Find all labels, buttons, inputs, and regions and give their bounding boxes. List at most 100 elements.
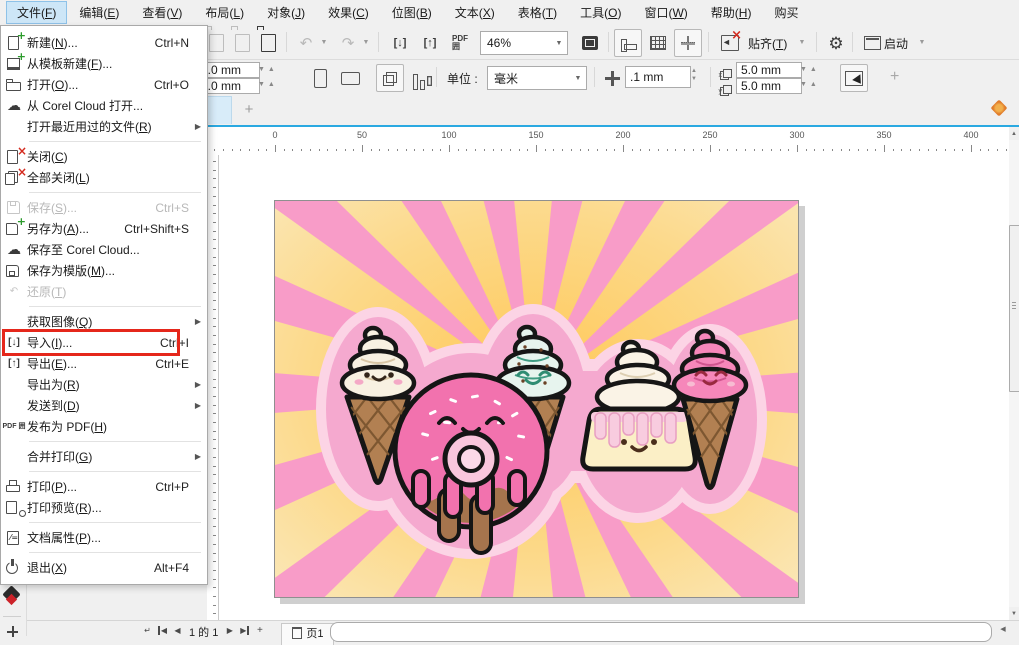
units-label: 单位 : — [447, 70, 478, 87]
scroll-up-icon[interactable]: ▲ — [1009, 127, 1019, 140]
zoom-level-combo[interactable]: 46% ▼ — [480, 31, 568, 55]
units-combo[interactable]: 毫米 ▼ — [487, 66, 587, 90]
show-grid-icon[interactable] — [644, 29, 672, 57]
menu-item-label: 文档属性(P)... — [27, 529, 203, 546]
show-rulers-icon[interactable] — [614, 29, 642, 57]
menu-item-label: 从 Corel Cloud 打开... — [27, 97, 203, 114]
menu-item-save-to-cloud[interactable]: ☁保存至 Corel Cloud... — [1, 239, 207, 260]
snap-dropdown-icon[interactable]: ▼ — [796, 29, 808, 55]
menu-item-export[interactable]: [↑]导出(E)...Ctrl+E — [1, 353, 207, 374]
import-highlight-annotation — [2, 329, 180, 356]
snap-to-label[interactable]: 贴齐(T) — [748, 35, 787, 52]
menu-item-label: 全部关闭(L) — [27, 169, 203, 186]
menubar-item[interactable]: 编辑(E) — [68, 1, 130, 24]
paste-special-icon[interactable] — [254, 29, 282, 57]
current-page-icon[interactable] — [404, 64, 432, 92]
launch-label[interactable]: 启动 — [884, 35, 908, 52]
next-page-icon[interactable]: ▶ — [222, 623, 237, 637]
menubar-item[interactable]: 布局(L) — [194, 1, 255, 24]
menubar-item[interactable]: 窗口(W) — [633, 1, 698, 24]
publish-pdf-icon[interactable]: PDF囲 — [446, 29, 474, 57]
menu-item-document-properties[interactable]: 文档属性(P)... — [1, 527, 207, 548]
export-icon[interactable]: [↑] — [416, 29, 444, 57]
close-all-icon — [1, 169, 27, 187]
first-page-icon[interactable]: ◀ — [155, 623, 170, 637]
scroll-down-icon[interactable]: ▼ — [1009, 607, 1019, 620]
menubar-item[interactable]: 表格(T) — [507, 1, 568, 24]
menu-item-open[interactable]: 打开(O)...Ctrl+O — [1, 74, 207, 95]
menu-item-close-all[interactable]: 全部关闭(L) — [1, 167, 207, 188]
duplicate-x-field[interactable]: 5.0 mm — [736, 62, 802, 78]
page-height-spinner[interactable]: ▼▲ — [258, 81, 278, 88]
menubar-item[interactable]: 工具(O) — [569, 1, 632, 24]
menu-item-send-to[interactable]: 发送到(D)▶ — [1, 395, 207, 416]
launch-dropdown-icon[interactable]: ▼ — [916, 29, 928, 55]
snap-off-icon[interactable] — [716, 29, 744, 57]
menubar-item[interactable]: 帮助(H) — [700, 1, 763, 24]
table-tool-icon[interactable] — [7, 626, 18, 637]
undo-icon[interactable]: ↶ — [292, 29, 320, 57]
menu-item-print-preview[interactable]: 打印预览(R)... — [1, 497, 207, 518]
nudge-spinner[interactable]: ▲▼ — [688, 67, 700, 83]
duplicate-y-field[interactable]: 5.0 mm — [736, 78, 802, 94]
vertical-scrollbar[interactable]: ▲ ▼ — [1009, 127, 1019, 620]
redo-icon[interactable]: ↷ — [334, 29, 362, 57]
drawing-canvas[interactable] — [207, 155, 1009, 620]
new-document-tab-button[interactable]: + — [240, 100, 258, 118]
menu-item-open-from-cloud[interactable]: ☁从 Corel Cloud 打开... — [1, 95, 207, 116]
menu-item-new[interactable]: 新建(N)...Ctrl+N — [1, 32, 207, 53]
menu-item-save-as[interactable]: 另存为(A)...Ctrl+Shift+S — [1, 218, 207, 239]
duplicate-y-spinner[interactable]: ▼▲ — [800, 81, 820, 88]
show-guidelines-icon[interactable] — [674, 29, 702, 57]
menu-item-publish-pdf[interactable]: PDF 囲发布为 PDF(H) — [1, 416, 207, 437]
scroll-left-icon[interactable]: ◀ — [997, 622, 1009, 636]
undo-dropdown-icon[interactable]: ▼ — [318, 29, 330, 55]
no-icon — [1, 376, 27, 394]
portrait-orientation-icon[interactable] — [306, 64, 334, 92]
menu-item-print[interactable]: 打印(P)...Ctrl+P — [1, 476, 207, 497]
menu-item-import[interactable]: [↓]导入(I)...Ctrl+I — [1, 332, 207, 353]
vertical-ruler[interactable] — [207, 155, 219, 620]
goto-page-icon[interactable]: ↵ — [140, 623, 155, 637]
menu-item-label: 退出(X) — [27, 559, 154, 576]
menubar-item[interactable]: 查看(V) — [131, 1, 193, 24]
menu-item-open-recent[interactable]: 打开最近用过的文件(R)▶ — [1, 116, 207, 137]
units-dropdown-icon[interactable]: ▼ — [570, 75, 586, 82]
menubar-item[interactable]: 文本(X) — [444, 1, 506, 24]
view-navigator-icon[interactable] — [988, 98, 1010, 118]
previous-page-icon[interactable]: ◀ — [170, 623, 185, 637]
options-gear-icon[interactable]: ⚙ — [822, 29, 850, 57]
menubar-item[interactable]: 位图(B) — [381, 1, 443, 24]
dessert-illustration — [275, 201, 798, 597]
page-artwork[interactable] — [274, 200, 799, 598]
page-width-spinner[interactable]: ▼▲ — [258, 66, 278, 73]
launch-window-icon[interactable] — [858, 29, 886, 57]
menu-item-new-from-template[interactable]: 从模板新建(F)... — [1, 53, 207, 74]
add-page-icon[interactable]: + — [252, 623, 267, 637]
redo-dropdown-icon[interactable]: ▼ — [360, 29, 372, 55]
menu-item-export-for[interactable]: 导出为(R)▶ — [1, 374, 207, 395]
treat-as-filled-icon[interactable] — [840, 64, 868, 92]
menubar-item[interactable]: 购买 — [763, 1, 809, 24]
vertical-scrollbar-thumb[interactable] — [1009, 225, 1019, 392]
all-pages-icon[interactable] — [376, 64, 404, 92]
menu-item-exit[interactable]: 退出(X)Alt+F4 — [1, 557, 207, 578]
menubar-item[interactable]: 对象(J) — [256, 1, 316, 24]
horizontal-ruler[interactable]: 050100150200250300350400 — [207, 127, 1009, 155]
menu-item-merge-print[interactable]: 合并打印(G)▶ — [1, 446, 207, 467]
copy-icon[interactable] — [228, 29, 256, 57]
menubar-item[interactable]: 效果(C) — [317, 1, 380, 24]
nudge-offset-field[interactable]: .1 mm — [625, 66, 691, 88]
menu-item-save-as-template[interactable]: 保存为模版(M)... — [1, 260, 207, 281]
full-screen-preview-icon[interactable] — [576, 29, 604, 57]
import-icon[interactable]: [↓] — [386, 29, 414, 57]
page-tab[interactable]: 页1 — [281, 623, 334, 645]
fill-tool-icon[interactable] — [2, 585, 20, 603]
duplicate-x-spinner[interactable]: ▼▲ — [800, 66, 820, 73]
menubar-item[interactable]: 文件(F) — [6, 1, 67, 24]
landscape-orientation-icon[interactable] — [336, 64, 364, 92]
menu-item-close[interactable]: 关闭(C) — [1, 146, 207, 167]
zoom-dropdown-icon[interactable]: ▼ — [551, 40, 567, 47]
horizontal-scrollbar[interactable] — [330, 622, 992, 642]
last-page-icon[interactable]: ▶ — [237, 623, 252, 637]
